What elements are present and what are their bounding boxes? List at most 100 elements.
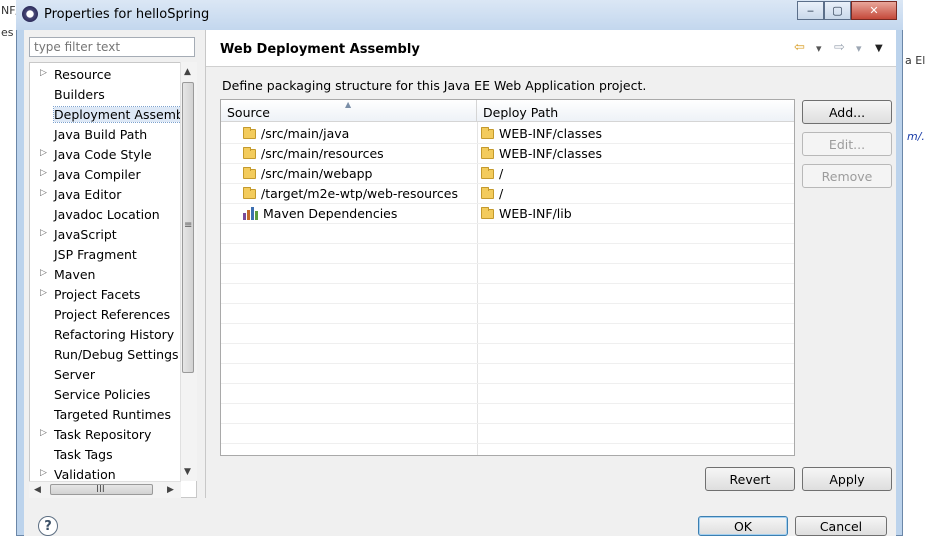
expand-arrow-icon[interactable]: ▷ xyxy=(40,428,47,438)
folder-icon xyxy=(481,146,494,159)
table-row-empty xyxy=(221,344,794,364)
expand-arrow-icon[interactable]: ▷ xyxy=(40,228,47,238)
tree-item-javascript[interactable]: ▷ JavaScript xyxy=(30,224,182,244)
folder-icon xyxy=(243,146,256,159)
tree-item-project-facets[interactable]: ▷ Project Facets xyxy=(30,284,182,304)
folder-icon xyxy=(243,126,256,139)
sash-divider[interactable] xyxy=(205,30,206,498)
folder-icon xyxy=(481,166,494,179)
table-row-empty xyxy=(221,304,794,324)
tree-item-run-debug-settings[interactable]: Run/Debug Settings xyxy=(30,344,182,364)
maximize-button[interactable]: ▢ xyxy=(824,1,851,20)
table-row-empty xyxy=(221,364,794,384)
background-editor-left: NF/ es xyxy=(0,0,19,536)
back-menu-icon[interactable]: ▾ xyxy=(816,42,822,55)
tree-item-jsp-fragment[interactable]: JSP Fragment xyxy=(30,244,182,264)
expand-arrow-icon[interactable]: ▷ xyxy=(40,68,47,78)
scroll-right-icon[interactable]: ▶ xyxy=(167,485,174,495)
tree-item-refactoring-history[interactable]: Refactoring History xyxy=(30,324,182,344)
apply-button[interactable]: Apply xyxy=(802,467,892,491)
folder-icon xyxy=(481,206,494,219)
scroll-up-icon[interactable]: ▲ xyxy=(184,67,191,77)
tree-item-targeted-runtimes[interactable]: Targeted Runtimes xyxy=(30,404,182,424)
table-row-empty xyxy=(221,264,794,284)
close-button[interactable]: ✕ xyxy=(851,1,897,20)
table-row[interactable]: /src/main/webapp / xyxy=(221,164,794,184)
property-tree: ▷ Resource Builders Deployment Assembly J… xyxy=(29,62,197,498)
tree-item-java-build-path[interactable]: Java Build Path xyxy=(30,124,182,144)
row-source: Maven Dependencies xyxy=(263,206,398,221)
scroll-down-icon[interactable]: ▼ xyxy=(184,467,191,477)
expand-arrow-icon[interactable]: ▷ xyxy=(40,468,47,478)
tree-item-task-repository[interactable]: ▷ Task Repository xyxy=(30,424,182,444)
table-row[interactable]: Maven Dependencies WEB-INF/lib xyxy=(221,204,794,224)
scroll-grip-icon: ≡ xyxy=(184,220,193,231)
row-deploy-path: / xyxy=(499,186,504,201)
table-row-empty xyxy=(221,424,794,444)
remove-button[interactable]: Remove xyxy=(802,164,892,188)
expand-arrow-icon[interactable]: ▷ xyxy=(40,188,47,198)
scroll-grip-icon: III xyxy=(96,484,105,495)
add-button[interactable]: Add... xyxy=(802,100,892,124)
expand-arrow-icon[interactable]: ▷ xyxy=(40,268,47,278)
scroll-left-icon[interactable]: ◀ xyxy=(34,485,41,495)
row-deploy-path: WEB-INF/classes xyxy=(499,126,603,141)
window-title: Properties for helloSpring xyxy=(44,7,210,22)
forward-menu-icon[interactable]: ▾ xyxy=(856,42,862,55)
cancel-button[interactable]: Cancel xyxy=(795,516,887,536)
back-arrow-icon[interactable]: ⇦ xyxy=(794,40,805,55)
row-source: /src/main/webapp xyxy=(261,166,373,181)
page-description: Define packaging structure for this Java… xyxy=(222,78,647,93)
table-row-empty xyxy=(221,324,794,344)
page-title: Web Deployment Assembly xyxy=(220,42,420,57)
folder-icon xyxy=(481,186,494,199)
table-row[interactable]: /src/main/resources WEB-INF/classes xyxy=(221,144,794,164)
minimize-button[interactable]: ‒ xyxy=(797,1,824,20)
edit-button[interactable]: Edit... xyxy=(802,132,892,156)
tree-item-project-references[interactable]: Project References xyxy=(30,304,182,324)
row-source: /src/main/resources xyxy=(261,146,384,161)
tree-item-resource[interactable]: ▷ Resource xyxy=(30,64,182,84)
tree-item-server[interactable]: Server xyxy=(30,364,182,384)
tree-item-java-editor[interactable]: ▷ Java Editor xyxy=(30,184,182,204)
tree-item-java-compiler[interactable]: ▷ Java Compiler xyxy=(30,164,182,184)
help-icon[interactable]: ? xyxy=(38,516,58,536)
table-row-empty xyxy=(221,404,794,424)
tree-item-deployment-assembly[interactable]: Deployment Assembly xyxy=(30,104,196,124)
table-row-empty xyxy=(221,284,794,304)
expand-arrow-icon[interactable]: ▷ xyxy=(40,168,47,178)
column-header-deploy-path[interactable]: Deploy Path xyxy=(477,100,794,122)
table-row-empty xyxy=(221,244,794,264)
filter-input[interactable] xyxy=(29,37,195,57)
ok-button[interactable]: OK xyxy=(698,516,788,536)
folder-icon xyxy=(243,166,256,179)
background-text: es xyxy=(1,26,14,39)
row-source: /target/m2e-wtp/web-resources xyxy=(261,186,458,201)
table-row[interactable]: /target/m2e-wtp/web-resources / xyxy=(221,184,794,204)
table-row[interactable]: /src/main/java WEB-INF/classes xyxy=(221,124,794,144)
folder-icon xyxy=(481,126,494,139)
background-text: a El xyxy=(905,54,926,67)
library-icon xyxy=(243,207,258,220)
tree-item-builders[interactable]: Builders xyxy=(30,84,182,104)
revert-button[interactable]: Revert xyxy=(705,467,795,491)
deployment-table: Source ▲ Deploy Path /src/main/java WEB-… xyxy=(220,99,795,456)
row-deploy-path: WEB-INF/classes xyxy=(499,146,603,161)
tree-item-javadoc-location[interactable]: Javadoc Location xyxy=(30,204,182,224)
row-source: /src/main/java xyxy=(261,126,350,141)
folder-icon xyxy=(243,186,256,199)
table-row-empty xyxy=(221,384,794,404)
tree-item-task-tags[interactable]: Task Tags xyxy=(30,444,182,464)
tree-item-maven[interactable]: ▷ Maven xyxy=(30,264,182,284)
expand-arrow-icon[interactable]: ▷ xyxy=(40,288,47,298)
background-editor-right: a El m/. xyxy=(903,0,926,536)
expand-arrow-icon[interactable]: ▷ xyxy=(40,148,47,158)
table-row-empty xyxy=(221,224,794,244)
forward-arrow-icon[interactable]: ⇨ xyxy=(834,40,845,55)
background-text: m/. xyxy=(907,130,925,143)
row-deploy-path: / xyxy=(499,166,504,181)
view-menu-icon[interactable]: ▼ xyxy=(875,43,883,54)
tree-item-java-code-style[interactable]: ▷ Java Code Style xyxy=(30,144,182,164)
eclipse-icon xyxy=(22,6,38,22)
tree-item-service-policies[interactable]: Service Policies xyxy=(30,384,182,404)
